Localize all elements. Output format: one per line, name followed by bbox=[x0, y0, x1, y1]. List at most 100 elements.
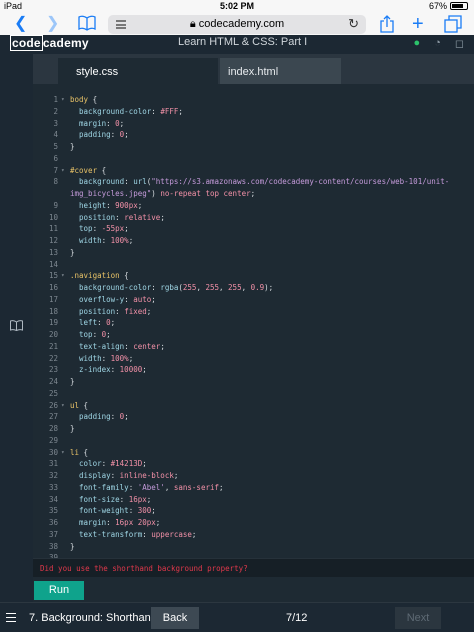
line-number: 27 bbox=[48, 412, 58, 422]
code-token: : bbox=[128, 482, 138, 492]
code-token: inline-block bbox=[119, 471, 174, 480]
code-token: top bbox=[79, 330, 93, 339]
code-token: ; bbox=[191, 529, 197, 539]
fold-arrow-icon[interactable]: ▾ bbox=[61, 94, 65, 106]
code-token: { bbox=[79, 400, 89, 410]
line-number: 4 bbox=[53, 130, 58, 140]
profile-icon[interactable]: ◔ bbox=[434, 37, 441, 50]
code-token: ; bbox=[160, 212, 165, 222]
line-number: 26 bbox=[48, 400, 58, 410]
code-token: : bbox=[124, 294, 134, 304]
line-number: 6 bbox=[53, 153, 58, 163]
code-token: { bbox=[79, 447, 89, 457]
code-token: #FFF bbox=[160, 106, 179, 116]
code-text: background-color: rgba(255, 255, 255, 0.… bbox=[70, 282, 273, 294]
code-token: : bbox=[92, 330, 102, 339]
file-tabs: style.css index.html bbox=[33, 54, 474, 84]
code-editor[interactable]: 1 ▾ body {2 background-color: #FFF; 3 margi… bbox=[33, 84, 474, 558]
code-token: url bbox=[133, 177, 147, 187]
code-token: #14213D bbox=[110, 459, 143, 469]
code-text: text-transform: uppercase; bbox=[70, 529, 196, 541]
line-number: 20 bbox=[48, 330, 58, 339]
code-token: img_bicycles.jpeg" bbox=[70, 189, 152, 198]
back-icon[interactable]: ❮ bbox=[14, 15, 27, 33]
code-text: } bbox=[70, 376, 75, 388]
codecademy-logo[interactable]: code cademy bbox=[10, 35, 89, 51]
code-token: { bbox=[88, 95, 98, 104]
code-token: ; bbox=[250, 189, 256, 198]
run-button[interactable]: Run bbox=[34, 581, 84, 600]
line-number: 19 bbox=[48, 318, 58, 328]
code-text: } bbox=[70, 247, 75, 259]
code-text: width: 100%; bbox=[70, 353, 133, 365]
book-icon[interactable] bbox=[10, 320, 23, 334]
code-token: } bbox=[70, 377, 75, 386]
code-token: position bbox=[79, 212, 116, 222]
code-token: : bbox=[151, 283, 161, 292]
code-token: position bbox=[79, 306, 116, 316]
ios-status-bar: iPad 5:02 PM 67% bbox=[0, 0, 474, 13]
status-dot-icon: ● bbox=[413, 37, 421, 49]
code-token: : bbox=[106, 518, 116, 527]
code-text: margin: 16px 20px; bbox=[70, 517, 160, 529]
code-token: font-size bbox=[79, 494, 120, 504]
next-button[interactable]: Next bbox=[395, 607, 441, 629]
code-token: ; bbox=[146, 494, 152, 504]
fold-arrow-icon[interactable]: ▾ bbox=[61, 400, 65, 412]
code-text: left: 0; bbox=[70, 317, 115, 329]
menu-icon[interactable] bbox=[6, 613, 16, 622]
code-token: background-color bbox=[79, 283, 152, 292]
code-token: : bbox=[92, 224, 102, 234]
reload-icon[interactable]: ↻ bbox=[348, 16, 359, 32]
code-text: margin: 0; bbox=[70, 118, 124, 130]
code-text: padding: 0; bbox=[70, 411, 129, 423]
code-token: ; bbox=[124, 130, 129, 140]
line-number: 32 bbox=[48, 471, 58, 480]
line-number: 18 bbox=[48, 306, 58, 316]
code-text: position: relative; bbox=[70, 212, 165, 224]
help-icon[interactable]: ◻ bbox=[455, 37, 464, 50]
code-token: : bbox=[106, 118, 116, 128]
code-token: : bbox=[115, 306, 125, 316]
code-token: margin bbox=[79, 118, 107, 128]
code-token: z-index bbox=[79, 365, 111, 375]
line-number: 5 bbox=[53, 142, 58, 151]
code-token: overflow-y bbox=[79, 294, 125, 304]
line-number: 35 bbox=[48, 506, 58, 516]
fold-arrow-icon[interactable]: ▾ bbox=[61, 270, 65, 282]
add-tab-icon[interactable]: + bbox=[412, 14, 424, 34]
tab-index-html[interactable]: index.html bbox=[220, 58, 341, 84]
code-token: no-repeat top center bbox=[160, 189, 251, 198]
code-token: width bbox=[79, 236, 102, 245]
code-token: body bbox=[70, 95, 89, 104]
back-button[interactable]: Back bbox=[151, 607, 199, 629]
line-number: 15 bbox=[48, 271, 58, 281]
line-number: 8 bbox=[53, 177, 58, 187]
code-token: ; bbox=[106, 330, 111, 339]
code-token: uppercase bbox=[151, 529, 192, 539]
code-token: top bbox=[79, 224, 93, 234]
code-token: ; bbox=[173, 471, 179, 480]
code-token: 10000 bbox=[119, 365, 143, 375]
line-number: 33 bbox=[48, 482, 58, 492]
lesson-title[interactable]: Learn HTML & CSS: Part I bbox=[178, 36, 307, 48]
fold-arrow-icon[interactable]: ▾ bbox=[61, 165, 65, 177]
line-number: 23 bbox=[48, 365, 58, 375]
code-token: ; bbox=[124, 412, 129, 422]
code-token: : bbox=[119, 494, 129, 504]
fold-arrow-icon[interactable]: ▾ bbox=[61, 447, 65, 459]
code-token: : bbox=[97, 318, 107, 328]
bookmarks-icon[interactable] bbox=[78, 15, 96, 36]
line-number: 1 bbox=[53, 95, 58, 104]
code-token: center bbox=[133, 341, 161, 351]
line-number: 16 bbox=[48, 283, 58, 292]
address-bar[interactable]: 🔒︎ codecademy.com ↻ bbox=[108, 15, 366, 34]
forward-icon[interactable]: ❯ bbox=[46, 15, 59, 33]
tab-style-css[interactable]: style.css bbox=[58, 58, 218, 84]
code-token: ); bbox=[264, 283, 274, 292]
browser-toolbar: ❮ ❯ 🔒︎ codecademy.com ↻ + bbox=[0, 13, 474, 35]
